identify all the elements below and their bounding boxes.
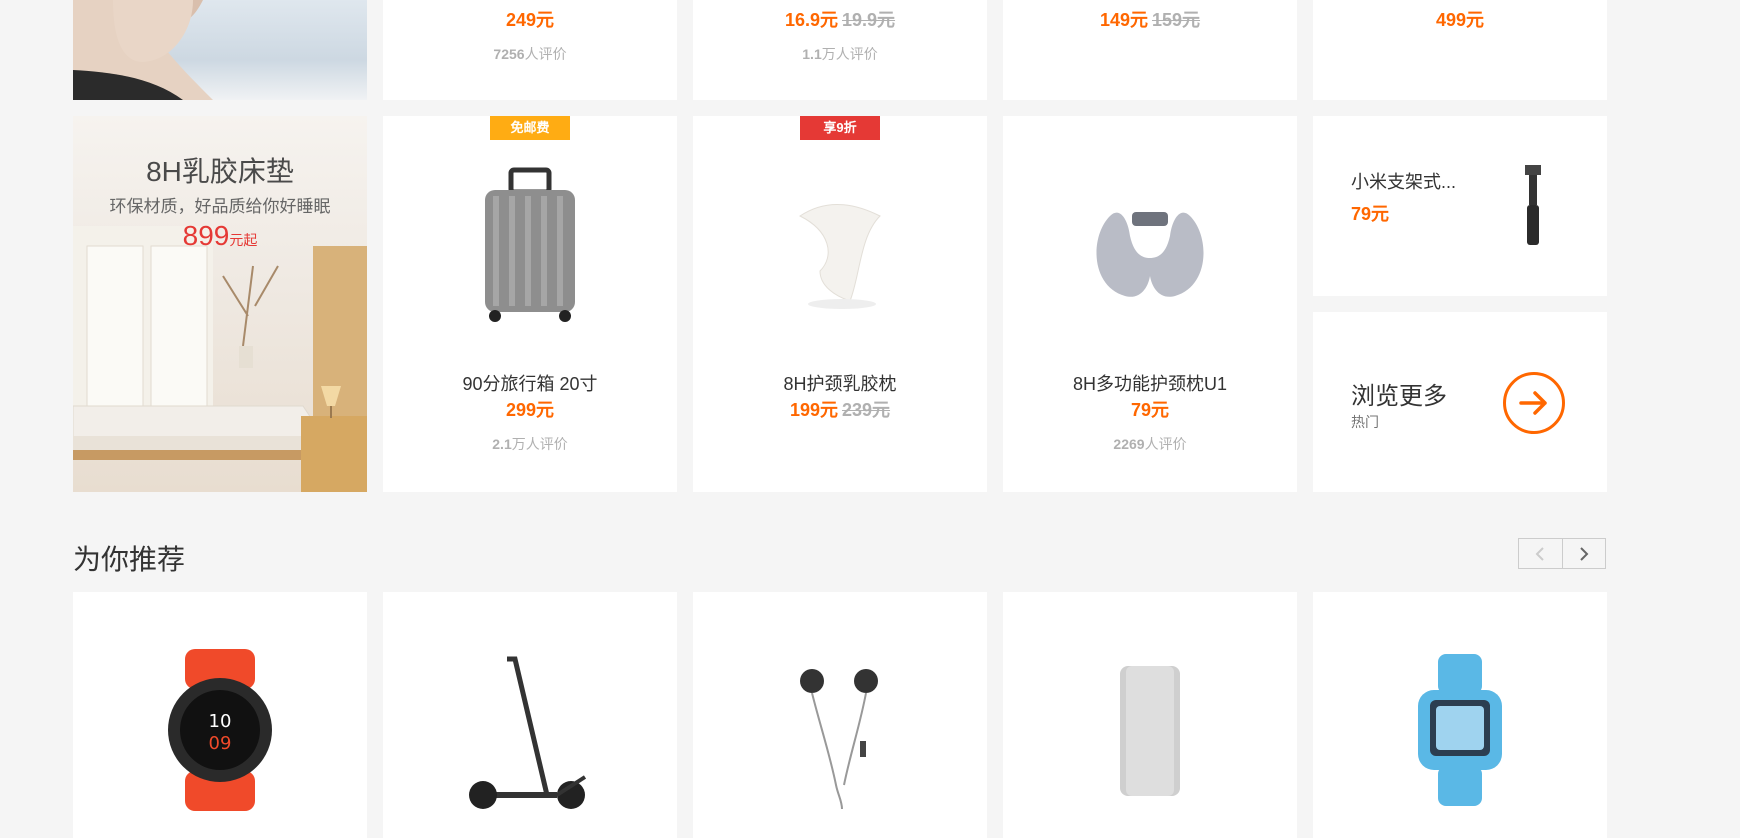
selfie-stick-icon <box>1485 156 1581 256</box>
product-card[interactable]: 16.9元 19.9元 1.1万人评价 <box>693 0 987 100</box>
carousel-pager <box>1518 538 1606 569</box>
small-product-card[interactable]: 小米支架式... 79元 <box>1313 116 1607 296</box>
original-price: 159元 <box>1152 10 1201 30</box>
promo-banner-top[interactable] <box>73 0 367 100</box>
recommend-card[interactable] <box>693 592 987 838</box>
product-name: 8H多功能护颈枕U1 <box>1072 374 1228 394</box>
recommend-card[interactable] <box>383 592 677 838</box>
recommend-card[interactable] <box>1313 592 1607 838</box>
product-reviews: 2269人评价 <box>1113 436 1187 452</box>
original-price: 239元 <box>842 400 891 420</box>
browse-more-card[interactable]: 浏览更多 热门 <box>1313 312 1607 492</box>
product-card[interactable]: 149元 159元 <box>1003 0 1297 100</box>
recommend-card[interactable] <box>1003 592 1297 838</box>
product-card[interactable]: 8H多功能护颈枕U1 79元 2269人评价 <box>1003 116 1297 492</box>
promo-title: 8H乳胶床垫 <box>146 156 294 187</box>
next-button[interactable] <box>1561 539 1606 568</box>
svg-text:10: 10 <box>209 711 232 732</box>
product-reviews: 1.1万人评价 <box>802 46 878 62</box>
recommend-card[interactable]: 10 09 <box>73 592 367 838</box>
product-price: 299元 <box>505 400 555 420</box>
product-reviews: 2.1万人评价 <box>492 436 568 452</box>
product-price: 79元 <box>1351 204 1390 224</box>
product-price: 199元 239元 <box>789 400 891 420</box>
arrow-right-circle-icon[interactable] <box>1503 372 1565 434</box>
power-bank-icon <box>1062 642 1238 818</box>
section-title: 为你推荐 <box>73 544 186 575</box>
browse-more-title: 浏览更多 <box>1351 383 1447 410</box>
earphones-icon <box>752 642 928 818</box>
product-price: 499元 <box>1435 10 1485 30</box>
chevron-right-icon <box>1580 546 1589 561</box>
product-name: 90分旅行箱 20寸 <box>462 374 598 394</box>
product-card[interactable]: 249元 7256人评价 <box>383 0 677 100</box>
pillow-icon <box>752 158 928 334</box>
prev-button[interactable] <box>1519 539 1562 568</box>
mattress-promo-banner[interactable]: 8H乳胶床垫 环保材质，好品质给你好睡眠 899元起 <box>73 116 367 492</box>
smartwatch-icon: 10 09 <box>132 642 308 818</box>
promo-subtitle: 环保材质，好品质给你好睡眠 <box>109 197 331 216</box>
product-price: 16.9元 19.9元 <box>784 10 896 30</box>
original-price: 19.9元 <box>842 10 896 30</box>
product-price: 79元 <box>1130 400 1170 420</box>
promo-price: 899元起 <box>182 220 258 251</box>
kids-watch-icon <box>1372 642 1548 818</box>
product-price: 149元 159元 <box>1099 10 1201 30</box>
product-name: 小米支架式... <box>1351 172 1457 192</box>
svg-text:09: 09 <box>209 733 232 754</box>
chevron-left-icon <box>1535 546 1544 561</box>
scooter-icon <box>442 642 618 818</box>
product-card[interactable]: 499元 <box>1313 0 1607 100</box>
product-card[interactable]: 享9折 8H护颈乳胶枕 199元 239元 <box>693 116 987 492</box>
free-shipping-badge: 免邮费 <box>490 116 570 140</box>
product-price: 249元 <box>505 10 555 30</box>
product-name: 8H护颈乳胶枕 <box>783 374 897 394</box>
product-reviews: 7256人评价 <box>493 46 567 62</box>
neck-pillow-icon <box>1062 158 1238 334</box>
model-photo <box>73 0 213 100</box>
browse-more-subtitle: 热门 <box>1351 414 1379 430</box>
discount-badge: 享9折 <box>800 116 880 140</box>
product-card[interactable]: 免邮费 90分旅行箱 20寸 299元 2.1万人评价 <box>383 116 677 492</box>
suitcase-icon <box>442 158 618 334</box>
